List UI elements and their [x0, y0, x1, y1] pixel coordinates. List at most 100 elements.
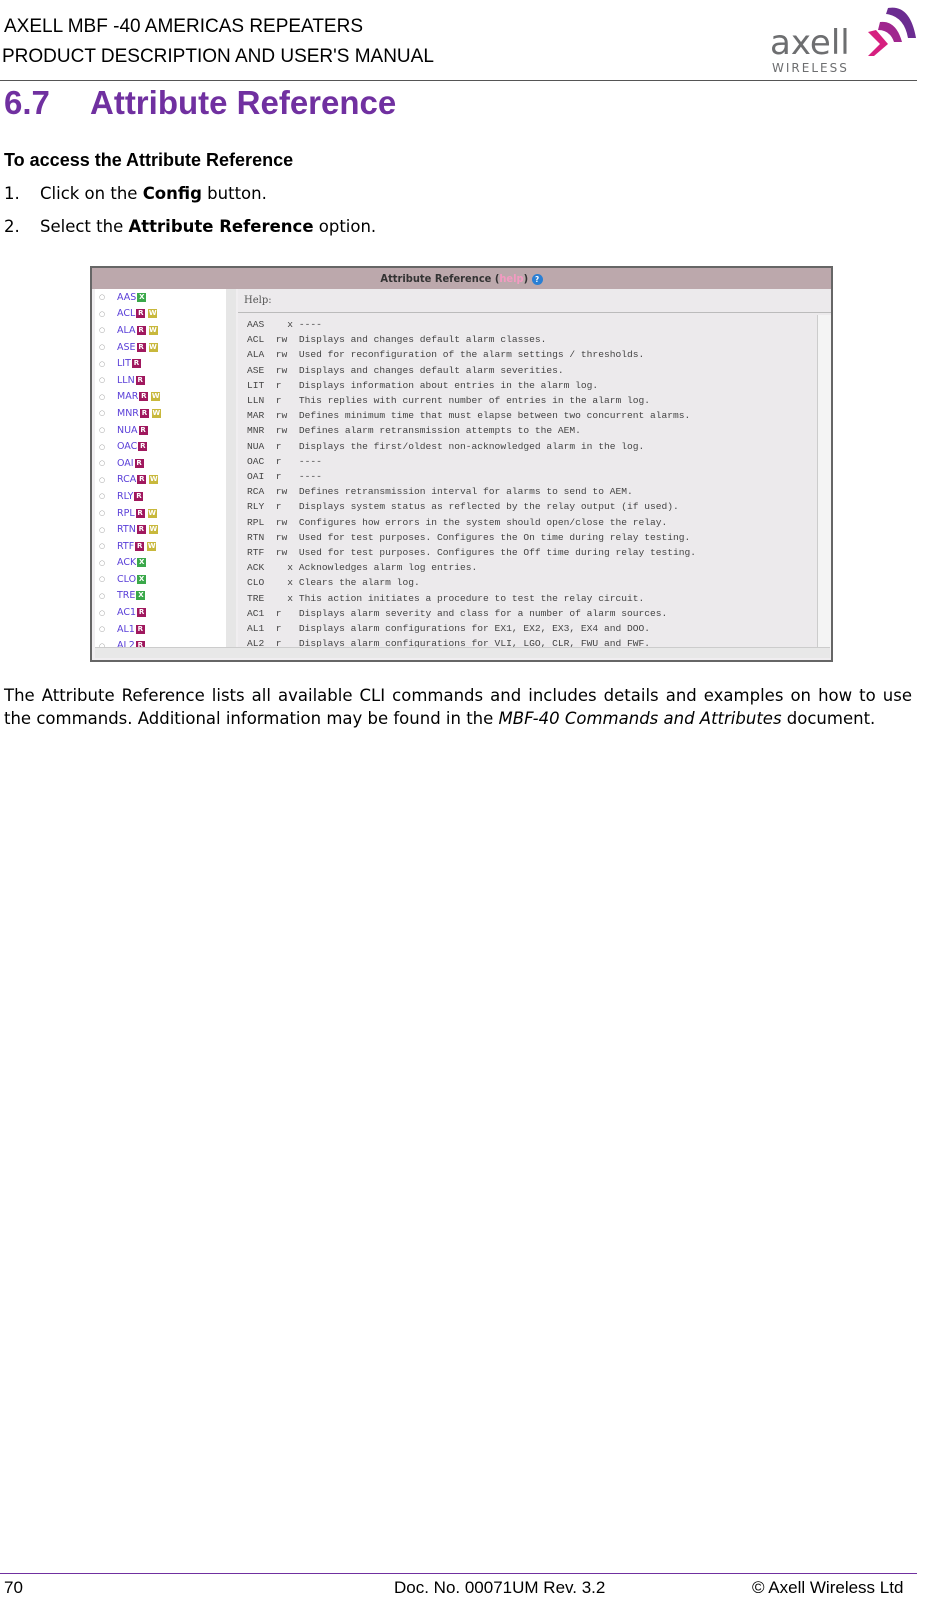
attribute-item[interactable]: ○ TRE X — [95, 588, 227, 605]
attribute-item[interactable]: ○ OAC R — [95, 438, 227, 455]
attribute-item[interactable]: ○ ACK X — [95, 555, 227, 572]
attribute-name[interactable]: AC1 — [117, 607, 136, 618]
access-badge-r: R — [131, 359, 141, 369]
access-badge-r: R — [135, 624, 145, 634]
attribute-item[interactable]: ○ OAI R — [95, 455, 227, 472]
attribute-name[interactable]: RCA — [117, 474, 136, 485]
attribute-item[interactable]: ○ MNR R W — [95, 405, 227, 422]
attribute-name[interactable]: OAC — [117, 441, 137, 452]
list-scrollbar[interactable] — [226, 289, 236, 650]
attribute-item[interactable]: ○ RTF R W — [95, 538, 227, 555]
header-title: AXELL MBF -40 AMERICAS REPEATERS — [4, 16, 363, 37]
attribute-item[interactable]: ○ LLN R — [95, 372, 227, 389]
help-line: OAC r ---- — [247, 455, 322, 467]
bullet-icon: ○ — [99, 442, 106, 451]
panel-title-bar: Attribute Reference (help) ? — [92, 268, 831, 289]
help-label: Help: — [238, 289, 831, 313]
section-heading: 6.7 Attribute Reference — [4, 84, 396, 122]
attribute-name[interactable]: RTN — [117, 524, 136, 535]
access-badge-x: X — [137, 292, 147, 302]
procedure-title: To access the Attribute Reference — [4, 150, 294, 170]
bullet-icon: ○ — [99, 475, 106, 484]
access-badge-r: R — [136, 342, 146, 352]
attribute-item[interactable]: ○ RPL R W — [95, 505, 227, 522]
access-badge-w: W — [148, 525, 158, 535]
bullet-icon: ○ — [99, 509, 106, 518]
bullet-icon: ○ — [99, 426, 106, 435]
help-line: MAR rw Defines minimum time that must el… — [247, 410, 691, 422]
svg-text:axell: axell — [770, 23, 850, 63]
help-panel: Help: AAS x ---- ACL rw Displays and chan… — [238, 289, 831, 650]
attribute-item[interactable]: ○ AL1 R — [95, 621, 227, 638]
attribute-item[interactable]: ○ MAR R W — [95, 389, 227, 406]
attribute-name[interactable]: AAS — [117, 292, 136, 303]
attribute-item[interactable]: ○ AC1 R — [95, 604, 227, 621]
attribute-item[interactable]: ○ ACL R W — [95, 306, 227, 323]
help-icon[interactable]: ? — [531, 273, 543, 285]
bullet-icon: ○ — [99, 558, 106, 567]
help-line: RTF rw Used for test purposes. Configure… — [247, 547, 697, 559]
attribute-reference-screenshot: Attribute Reference (help) ? ○ AAS X ○ ACL R W… — [90, 266, 833, 662]
attribute-name[interactable]: ACL — [117, 308, 135, 319]
attribute-name[interactable]: MNR — [117, 408, 139, 419]
attribute-name[interactable]: ALA — [117, 325, 136, 336]
attribute-item[interactable]: ○ ASE R W — [95, 339, 227, 356]
access-badge-r: R — [136, 325, 146, 335]
access-badge-r: R — [137, 608, 147, 618]
access-badge-r: R — [138, 425, 148, 435]
help-line: RTN rw Used for test purposes. Configure… — [247, 531, 691, 543]
attribute-item[interactable]: ○ CLO X — [95, 571, 227, 588]
axell-wireless-logo: axell WIRELESS — [768, 2, 918, 76]
attribute-name[interactable]: LLN — [117, 375, 135, 386]
attribute-name[interactable]: AL1 — [117, 624, 135, 635]
help-link[interactable]: help — [499, 272, 523, 285]
attribute-name[interactable]: RTF — [117, 541, 134, 552]
access-badge-x: X — [136, 591, 146, 601]
bullet-icon: ○ — [99, 343, 106, 352]
help-line: ACL rw Displays and changes default alar… — [247, 334, 547, 346]
attribute-name[interactable]: OAI — [117, 458, 134, 469]
attribute-item[interactable]: ○ ALA R W — [95, 322, 227, 339]
access-badge-r: R — [137, 475, 147, 485]
header-subtitle: PRODUCT DESCRIPTION AND USER'S MANUAL — [2, 46, 434, 67]
attribute-name[interactable]: MAR — [117, 391, 138, 402]
access-badge-r: R — [134, 458, 144, 468]
access-badge-x: X — [137, 558, 147, 568]
bullet-icon: ○ — [99, 608, 106, 617]
help-line: NUA r Displays the first/oldest non-ackn… — [247, 440, 645, 452]
attribute-name[interactable]: ASE — [117, 342, 136, 353]
attribute-name[interactable]: RLY — [117, 491, 133, 502]
attribute-name[interactable]: NUA — [117, 425, 138, 436]
attribute-name[interactable]: RPL — [117, 508, 135, 519]
attribute-name[interactable]: LIT — [117, 358, 131, 369]
access-badge-w: W — [148, 342, 158, 352]
help-line: AC1 r Displays alarm severity and class … — [247, 607, 668, 619]
attribute-item[interactable]: ○ RTN R W — [95, 521, 227, 538]
attribute-name[interactable]: CLO — [117, 574, 136, 585]
attribute-item[interactable]: ○ NUA R — [95, 422, 227, 439]
horizontal-scrollbar[interactable] — [95, 647, 830, 658]
access-badge-w: W — [151, 392, 161, 402]
access-badge-r: R — [135, 541, 145, 551]
bullet-icon: ○ — [99, 293, 106, 302]
help-line: CLO x Clears the alarm log. — [247, 577, 420, 589]
copyright: © Axell Wireless Ltd — [752, 1578, 904, 1597]
attribute-item[interactable]: ○ LIT R — [95, 355, 227, 372]
help-text: AAS x ---- ACL rw Displays and changes de… — [238, 313, 831, 650]
bullet-icon: ○ — [99, 625, 106, 634]
help-line: MNR rw Defines alarm retransmission atte… — [247, 425, 581, 437]
page-number: 70 — [4, 1578, 23, 1597]
bullet-icon: ○ — [99, 459, 106, 468]
attribute-item[interactable]: ○ RCA R W — [95, 472, 227, 489]
access-badge-w: W — [147, 508, 157, 518]
help-line: AAS x ---- — [247, 319, 322, 330]
bullet-icon: ○ — [99, 542, 106, 551]
attribute-item[interactable]: ○ AAS X — [95, 289, 227, 306]
help-scrollbar[interactable] — [817, 315, 831, 650]
access-badge-w: W — [148, 309, 158, 319]
attribute-name[interactable]: ACK — [117, 557, 136, 568]
attribute-name[interactable]: TRE — [117, 590, 135, 601]
section-title: Attribute Reference — [90, 84, 397, 121]
attribute-item[interactable]: ○ RLY R — [95, 488, 227, 505]
access-badge-w: W — [151, 408, 161, 418]
